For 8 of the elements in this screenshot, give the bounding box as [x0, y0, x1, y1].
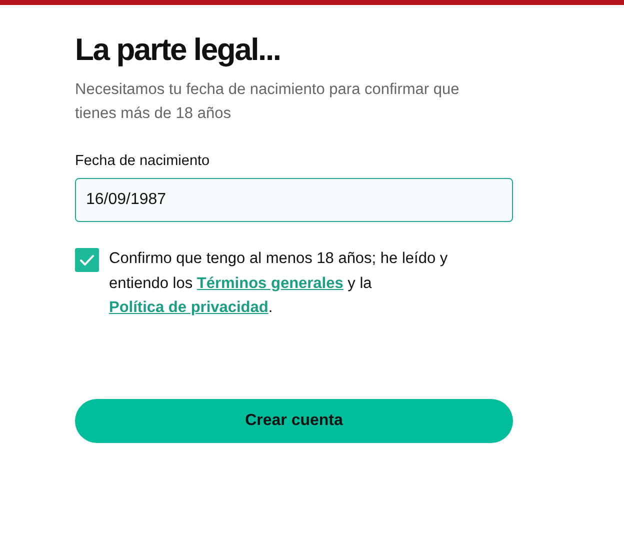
birthdate-field[interactable]: 16/09/1987: [75, 178, 513, 222]
checkbox[interactable]: [75, 248, 99, 272]
consent-text: Confirmo que tengo al menos 18 años; he leído y entiendo los Términos generales y la Política de privacidad.: [109, 249, 449, 318]
check-icon: [80, 254, 94, 266]
create-account-button[interactable]: Crear cuenta: [75, 398, 513, 442]
subtitle: Necesitamos tu fecha de nacimiento para confirmar que tienes más de 18 años: [75, 80, 460, 124]
page-title: La parte legal...: [75, 31, 280, 69]
field-label: Fecha de nacimiento: [75, 152, 210, 170]
